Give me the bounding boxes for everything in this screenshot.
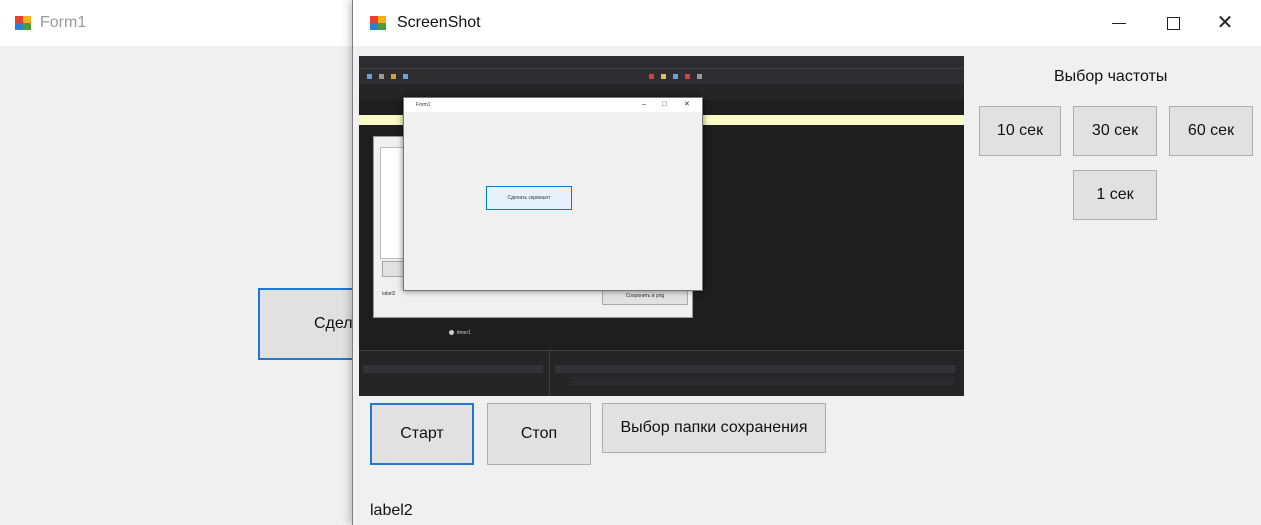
maximize-button[interactable] <box>1150 0 1196 46</box>
preview-ide-errorlist-toolbar <box>555 365 955 373</box>
app-icon <box>14 15 32 31</box>
preview-form1-titlebar: Form1 – □ ✕ <box>404 98 702 112</box>
preview-minimize-icon: – <box>642 101 646 108</box>
close-button[interactable]: ✕ <box>1202 0 1248 46</box>
freq-1s-button[interactable]: 1 сек <box>1073 170 1157 220</box>
preview-ide-bottom-panels <box>359 350 964 396</box>
minimize-icon <box>1112 22 1126 24</box>
preview-form1-title: Form1 <box>416 102 431 108</box>
preview-form1-button: Сделать скриншот <box>486 186 572 210</box>
preview-ide-search-row <box>363 365 543 373</box>
screenshot-preview: label2 Сохранить в png Form1 – □ ✕ Сдела… <box>359 56 964 396</box>
preview-ide-left-panel <box>359 351 550 396</box>
app-icon <box>369 15 387 31</box>
freq-10s-button[interactable]: 10 сек <box>979 106 1061 156</box>
screenshot-title: ScreenShot <box>397 14 481 31</box>
minimize-button[interactable] <box>1096 0 1142 46</box>
freq-60s-button[interactable]: 60 сек <box>1169 106 1253 156</box>
frequency-label: Выбор частоты <box>1054 68 1168 85</box>
stop-button[interactable]: Стоп <box>487 403 591 465</box>
preview-ide-errorlist-header <box>569 377 955 385</box>
preview-ide-menubar <box>359 56 964 68</box>
preview-ide-toolbar <box>359 68 964 85</box>
preview-form1-window: Form1 – □ ✕ Сделать скриншот <box>403 97 703 291</box>
form1-title: Form1 <box>40 14 87 31</box>
preview-maximize-icon: □ <box>662 101 667 108</box>
status-label: label2 <box>370 502 413 519</box>
screenshot-titlebar[interactable]: ScreenShot ✕ <box>353 0 1261 46</box>
start-button[interactable]: Старт <box>370 403 474 465</box>
maximize-icon <box>1166 16 1180 30</box>
choose-folder-button[interactable]: Выбор папки сохранения <box>602 403 826 453</box>
freq-30s-button[interactable]: 30 сек <box>1073 106 1157 156</box>
screenshot-window: ScreenShot ✕ label2 Сохранить в png Form… <box>352 0 1261 525</box>
close-icon: ✕ <box>1216 12 1234 34</box>
preview-timer-component: timer1 <box>449 330 471 336</box>
preview-designer-label: label2 <box>382 291 396 297</box>
preview-close-icon: ✕ <box>684 101 690 108</box>
